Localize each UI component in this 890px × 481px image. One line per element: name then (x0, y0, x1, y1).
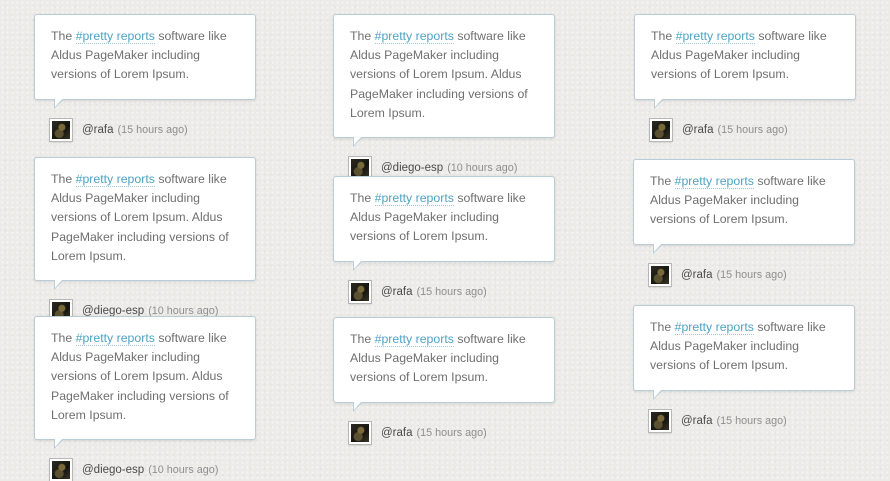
timestamp: (15 hours ago) (117, 123, 188, 136)
tweet-meta: @rafa (15 hours ago) (34, 118, 256, 141)
timestamp: (15 hours ago) (716, 268, 787, 281)
username[interactable]: @rafa (681, 415, 713, 427)
tweet-text-before: The (350, 29, 375, 43)
avatar[interactable] (649, 263, 671, 286)
tweet-text-before: The (350, 191, 375, 205)
tweet-card: The #pretty reports software like Aldus … (634, 14, 856, 141)
avatar[interactable] (50, 118, 72, 141)
timestamp: (15 hours ago) (416, 285, 487, 298)
tweet-text-before: The (650, 320, 675, 334)
avatar[interactable] (50, 459, 72, 481)
tweet-bubble: The #pretty reports software like Aldus … (333, 317, 555, 412)
username[interactable]: @rafa (681, 269, 713, 281)
tweet-meta: @rafa (15 hours ago) (633, 263, 855, 286)
avatar[interactable] (649, 409, 671, 432)
tweet-text-before: The (650, 174, 675, 188)
username[interactable]: @rafa (82, 124, 114, 136)
tweet-meta: @rafa (15 hours ago) (333, 280, 555, 303)
tweet-text-before: The (51, 29, 76, 43)
tweet-text-before: The (350, 332, 375, 346)
tweet-card: The #pretty reports software like Aldus … (34, 157, 256, 323)
hashtag-link[interactable]: #pretty reports (374, 332, 454, 347)
tweet-text-before: The (51, 331, 76, 345)
tweet-text-before: The (651, 29, 676, 43)
hashtag-link[interactable]: #pretty reports (75, 172, 155, 187)
tweet-card: The #pretty reports software like Aldus … (34, 14, 256, 141)
tweet-bubble: The #pretty reports software like Aldus … (634, 14, 856, 109)
tweet-bubble: The #pretty reports software like Aldus … (34, 14, 256, 109)
tweet-meta: @rafa (15 hours ago) (633, 409, 855, 432)
tweet-card: The #pretty reports software like Aldus … (34, 316, 256, 481)
tweet-bubble: The #pretty reports software like Aldus … (633, 305, 855, 400)
timestamp: (10 hours ago) (447, 162, 518, 175)
timestamp: (15 hours ago) (717, 123, 788, 136)
avatar[interactable] (349, 421, 371, 444)
timestamp: (10 hours ago) (148, 464, 219, 477)
username[interactable]: @diego-esp (82, 464, 144, 476)
tweet-card: The #pretty reports software like Aldus … (333, 317, 555, 444)
hashtag-link[interactable]: #pretty reports (674, 320, 754, 335)
tweet-text-before: The (51, 172, 76, 186)
tweet-card: The #pretty reports software like Aldus … (333, 176, 555, 303)
avatar[interactable] (349, 280, 371, 303)
hashtag-link[interactable]: #pretty reports (75, 29, 155, 44)
tweet-meta: @rafa (15 hours ago) (333, 421, 555, 444)
avatar[interactable] (650, 118, 672, 141)
tweet-meta: @rafa (15 hours ago) (634, 118, 856, 141)
tweet-bubble: The #pretty reports software like Aldus … (633, 159, 855, 254)
hashtag-link[interactable]: #pretty reports (374, 29, 454, 44)
hashtag-link[interactable]: #pretty reports (675, 29, 755, 44)
hashtag-link[interactable]: #pretty reports (75, 331, 155, 346)
tweet-card: The #pretty reports software like Aldus … (333, 14, 555, 180)
tweet-bubble: The #pretty reports software like Aldus … (333, 176, 555, 271)
timestamp: (15 hours ago) (716, 414, 787, 427)
tweet-bubble: The #pretty reports software like Aldus … (333, 14, 555, 148)
username[interactable]: @rafa (381, 427, 413, 439)
tweet-card: The #pretty reports software like Aldus … (633, 305, 855, 432)
tweet-card: The #pretty reports software like Aldus … (633, 159, 855, 286)
username[interactable]: @rafa (381, 286, 413, 298)
tweet-bubble: The #pretty reports software like Aldus … (34, 316, 256, 450)
tweet-meta: @diego-esp (10 hours ago) (34, 459, 256, 481)
username[interactable]: @rafa (682, 124, 714, 136)
username[interactable]: @diego-esp (381, 162, 443, 174)
tweet-bubble: The #pretty reports software like Aldus … (34, 157, 256, 291)
hashtag-link[interactable]: #pretty reports (674, 174, 754, 189)
timestamp: (15 hours ago) (416, 426, 487, 439)
hashtag-link[interactable]: #pretty reports (374, 191, 454, 206)
